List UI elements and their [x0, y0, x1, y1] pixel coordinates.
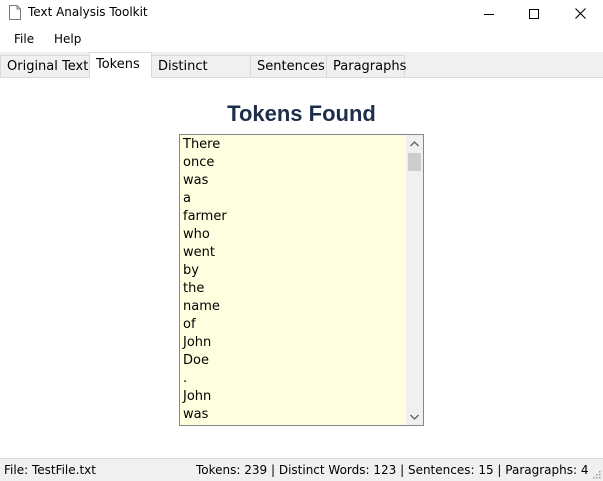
list-item[interactable]: farmer: [183, 208, 227, 226]
close-button[interactable]: [557, 0, 603, 27]
list-item[interactable]: .: [183, 370, 227, 388]
status-bar: File: TestFile.txt Tokens: 239 | Distinc…: [0, 458, 603, 481]
menu-bar: File Help: [0, 27, 603, 52]
list-item[interactable]: went: [183, 244, 227, 262]
vertical-scrollbar[interactable]: [406, 135, 423, 425]
tab-distinct-words[interactable]: Distinct Words: [151, 55, 251, 95]
list-item[interactable]: John: [183, 388, 227, 406]
chevron-up-icon: [410, 140, 419, 146]
tab-tokens[interactable]: Tokens: [89, 52, 152, 78]
tokens-listbox[interactable]: There once was a farmer who went by the …: [179, 134, 424, 426]
list-item[interactable]: John: [183, 334, 227, 352]
title-bar: Text Analysis Toolkit: [0, 0, 603, 27]
status-stats: Tokens: 239 | Distinct Words: 123 | Sent…: [196, 463, 589, 477]
close-icon: [574, 8, 586, 19]
status-file: File: TestFile.txt: [4, 463, 96, 477]
list-item[interactable]: There: [183, 136, 227, 154]
list-item[interactable]: name: [183, 298, 227, 316]
maximize-icon: [529, 8, 539, 19]
minimize-button[interactable]: [466, 0, 512, 27]
menu-file[interactable]: File: [14, 32, 34, 46]
list-item[interactable]: by: [183, 262, 227, 280]
scrollbar-thumb[interactable]: [408, 153, 421, 171]
chevron-down-icon: [410, 414, 419, 420]
scroll-down-button[interactable]: [406, 408, 423, 425]
list-item[interactable]: once: [183, 154, 227, 172]
tokens-list: There once was a farmer who went by the …: [183, 136, 227, 424]
tab-original-text[interactable]: Original Text: [0, 55, 90, 77]
list-item[interactable]: who: [183, 226, 227, 244]
list-item[interactable]: the: [183, 280, 227, 298]
page-title: Tokens Found: [227, 101, 376, 126]
menu-help[interactable]: Help: [54, 32, 81, 46]
tab-paragraphs[interactable]: Paragraphs: [326, 55, 406, 77]
tab-strip: Original Text Tokens Distinct Words Sent…: [0, 52, 603, 95]
tab-sentences[interactable]: Sentences: [250, 55, 327, 77]
list-item[interactable]: Doe: [183, 352, 227, 370]
list-item[interactable]: was: [183, 172, 227, 190]
maximize-button[interactable]: [511, 0, 557, 27]
minimize-icon: [484, 13, 494, 15]
resize-grip-icon[interactable]: [591, 469, 601, 479]
list-item[interactable]: of: [183, 316, 227, 334]
list-item[interactable]: was: [183, 406, 227, 424]
list-item[interactable]: a: [183, 190, 227, 208]
scroll-up-button[interactable]: [406, 135, 423, 152]
document-icon: [9, 5, 21, 20]
window-title: Text Analysis Toolkit: [28, 5, 148, 19]
